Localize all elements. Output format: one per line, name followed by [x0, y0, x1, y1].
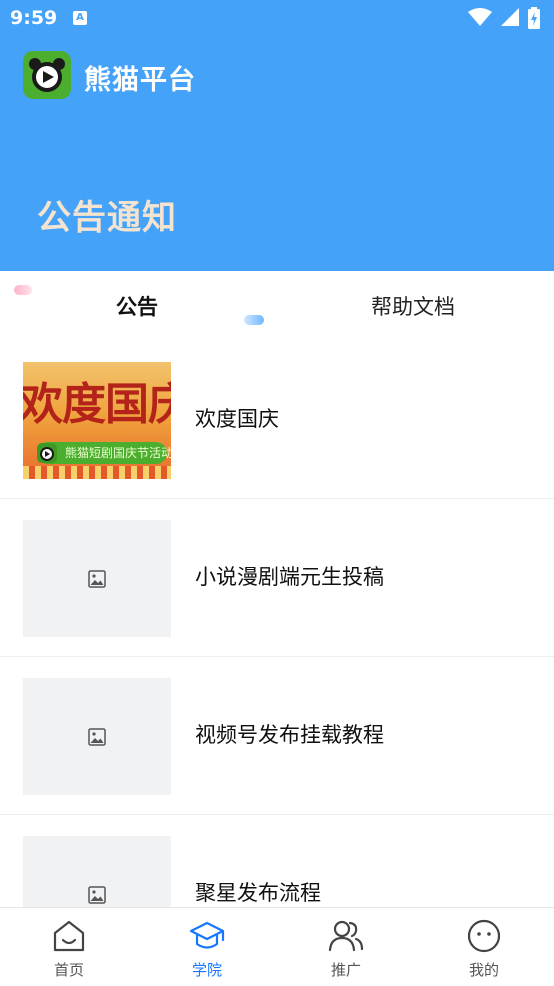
notification-a-icon: A: [73, 11, 87, 25]
item-title: 欢度国庆: [195, 407, 279, 431]
battery-icon: [528, 7, 540, 29]
item-title: 小说漫剧端元生投稿: [195, 565, 384, 589]
graduation-cap-icon: [189, 921, 225, 949]
banner-text: 欢度国庆: [23, 379, 171, 430]
announcement-list: 欢度国庆 熊猫短剧国庆节活动 欢度国庆 小说漫剧端元生投稿 视频号发布挂载教程 …: [0, 341, 554, 973]
thumbnail-placeholder: [23, 520, 171, 637]
smiley-icon: [467, 919, 501, 953]
nav-home-label: 首页: [53, 961, 84, 979]
nav-academy-label: 学院: [191, 961, 222, 979]
item-title: 视频号发布挂载教程: [195, 723, 384, 747]
thumbnail-placeholder: [23, 678, 171, 795]
tab-decoration: [14, 285, 32, 295]
page-heading: 公告通知: [37, 198, 177, 238]
nav-promote[interactable]: 推广: [277, 908, 415, 986]
app-logo: [23, 51, 71, 99]
list-item[interactable]: 小说漫剧端元生投稿: [0, 499, 554, 657]
item-title: 聚星发布流程: [195, 881, 321, 905]
status-time: 9:59: [10, 7, 58, 29]
nav-mine[interactable]: 我的: [415, 908, 553, 986]
image-placeholder-icon: [88, 570, 106, 588]
home-icon: [53, 920, 85, 952]
image-placeholder-icon: [88, 886, 106, 904]
banner-subtitle: 熊猫短剧国庆节活动: [65, 446, 171, 460]
list-item[interactable]: 视频号发布挂载教程: [0, 657, 554, 815]
list-item[interactable]: 欢度国庆 熊猫短剧国庆节活动 欢度国庆: [0, 341, 554, 499]
nav-academy[interactable]: 学院: [138, 908, 276, 986]
banner-logo-icon: [37, 443, 57, 463]
users-icon: [328, 920, 364, 952]
tab-bar: 公告 帮助文档: [0, 271, 554, 341]
nav-mine-label: 我的: [468, 961, 499, 979]
header: 9:59 A 熊猫平台 公告通知: [0, 0, 554, 271]
nav-promote-label: 推广: [330, 961, 361, 979]
tab-announcements[interactable]: 公告: [116, 291, 158, 321]
image-placeholder-icon: [88, 728, 106, 746]
signal-icon: [500, 8, 519, 26]
wifi-icon: [467, 8, 492, 26]
thumbnail-banner: 欢度国庆 熊猫短剧国庆节活动: [23, 362, 171, 479]
bottom-nav: 首页 学院 推广 我的: [0, 907, 554, 985]
tab-indicator: [244, 315, 264, 325]
status-icons: [466, 7, 540, 29]
status-bar: 9:59 A: [0, 0, 554, 38]
nav-home[interactable]: 首页: [0, 908, 138, 986]
tab-help-docs[interactable]: 帮助文档: [371, 291, 455, 321]
app-title: 熊猫平台: [84, 65, 196, 96]
